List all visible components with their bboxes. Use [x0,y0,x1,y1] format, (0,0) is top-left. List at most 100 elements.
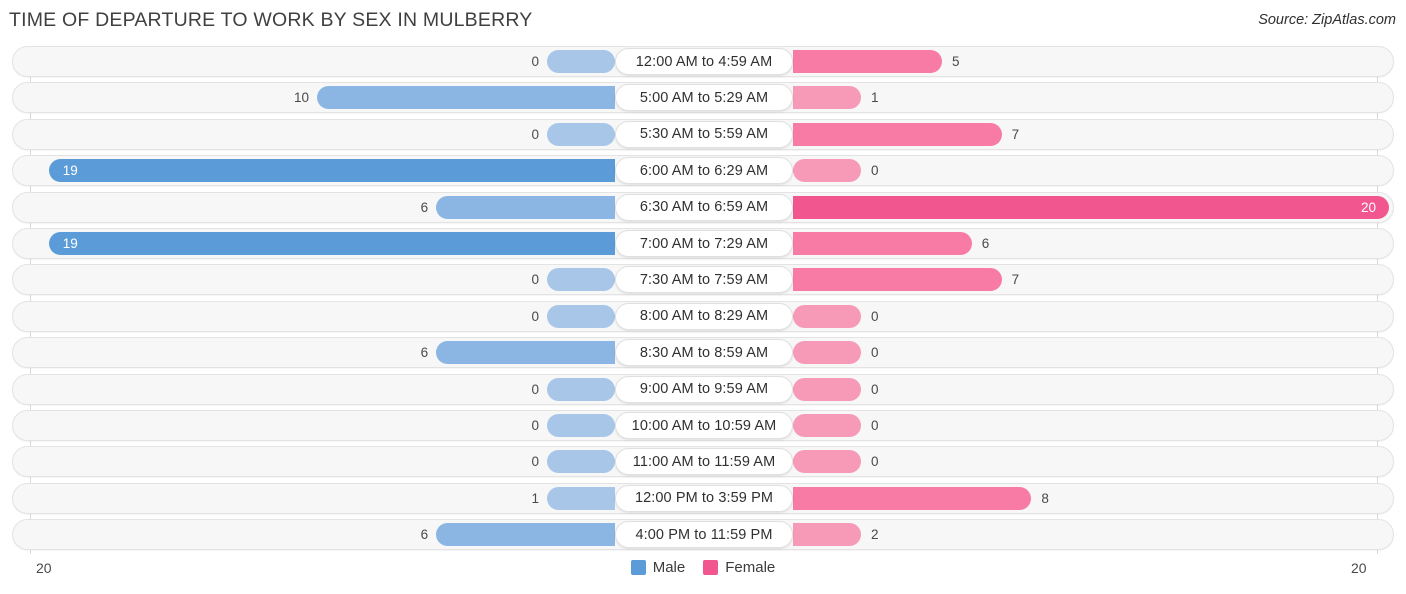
chart-row: 0 0 10:00 AM to 10:59 AM [0,410,1406,446]
category-label-text: 11:00 AM to 11:59 AM [632,453,776,470]
category-label-pill: 12:00 AM to 4:59 AM [615,48,793,75]
chart-row: 0 0 9:00 AM to 9:59 AM [0,373,1406,410]
value-label-male: 0 [531,54,539,69]
category-label-text: 4:00 PM to 11:59 PM [635,526,773,543]
bar-male[interactable] [436,523,615,547]
bar-male[interactable] [547,304,615,328]
value-label-male: 0 [531,454,539,470]
value-label-male: 19 [62,236,78,251]
value-label-female: 0 [871,454,879,470]
bar-female[interactable] [793,50,942,73]
bar-female[interactable] [793,486,1032,510]
chart-row: 0 0 11:00 AM to 11:59 AM [0,446,1406,482]
bar-female[interactable] [793,341,861,365]
value-label-male: 1 [531,490,539,506]
value-label-female: 20 [1361,199,1377,215]
bar-female[interactable] [793,450,861,474]
chart-row: 1 8 12:00 PM to 3:59 PM [0,482,1406,519]
category-label-text: 7:30 AM to 7:59 AM [639,271,769,288]
bar-female[interactable] [793,377,861,401]
value-label-male: 0 [531,126,539,142]
bar-female[interactable] [793,304,861,328]
bar-female[interactable] [793,195,1389,219]
category-label-text: 9:00 AM to 9:59 AM [639,381,769,398]
value-label-female: 5 [952,54,960,69]
value-label-male: 0 [531,272,539,288]
category-label-text: 8:00 AM to 8:29 AM [639,308,769,325]
bar-male[interactable] [547,414,615,437]
chart-row: 6 2 4:00 PM to 11:59 PM [0,519,1406,555]
category-label-text: 6:00 AM to 6:29 AM [639,162,769,179]
bar-male[interactable] [436,341,615,365]
category-label-pill: 7:00 AM to 7:29 AM [615,230,793,257]
category-label-text: 12:00 PM to 3:59 PM [634,490,774,507]
category-label-pill: 12:00 PM to 3:59 PM [615,484,793,512]
bar-male[interactable] [547,450,615,474]
chart-row: 10 1 5:00 AM to 5:29 AM [0,82,1406,118]
category-label-text: 12:00 AM to 4:59 AM [635,53,773,70]
bar-female[interactable] [793,122,1002,146]
bar-female[interactable] [793,159,861,183]
bar-male[interactable] [547,486,615,510]
chart-row: 0 7 7:30 AM to 7:59 AM [0,264,1406,300]
bar-male[interactable] [547,122,615,146]
chart-header: TIME OF DEPARTURE TO WORK BY SEX IN MULB… [0,0,1406,44]
value-label-female: 0 [871,418,879,433]
chart-row: 19 6 7:00 AM to 7:29 AM [0,228,1406,264]
bar-female[interactable] [793,232,972,255]
legend-item-female[interactable]: Female [703,559,775,576]
category-label-pill: 5:30 AM to 5:59 AM [615,120,793,148]
value-label-male: 0 [531,381,539,397]
legend-item-male[interactable]: Male [630,559,686,576]
chart-row: 0 0 8:00 AM to 8:29 AM [0,300,1406,337]
bar-female[interactable] [793,268,1002,292]
bar-male[interactable] [317,86,615,110]
value-label-female: 1 [871,90,879,106]
category-label-text: 8:30 AM to 8:59 AM [639,344,769,361]
value-label-female: 8 [1041,490,1049,506]
bar-male[interactable] [48,159,615,183]
category-label-pill: 11:00 AM to 11:59 AM [615,448,793,476]
category-label-text: 5:30 AM to 5:59 AM [639,126,769,143]
value-label-female: 2 [871,527,879,543]
category-label-pill: 6:00 AM to 6:29 AM [615,157,793,185]
chart-row: 19 0 6:00 AM to 6:29 AM [0,155,1406,191]
value-label-male: 6 [420,527,429,543]
chart-row: 6 0 8:30 AM to 8:59 AM [0,337,1406,373]
chart-legend: Male Female [0,559,1406,576]
category-label-text: 7:00 AM to 7:29 AM [639,235,769,252]
legend-label-male: Male [652,559,686,576]
chart-row: 0 7 5:30 AM to 5:59 AM [0,118,1406,155]
value-label-female: 0 [871,381,879,397]
chart-footer: 20 20 Male Female [0,556,1406,594]
chart-plot-area: 0 5 12:00 AM to 4:59 AM 1 0 1 5:00 AM to 5:29 … [0,46,1406,554]
category-label-pill: 5:00 AM to 5:29 AM [615,84,793,112]
value-label-female: 0 [871,308,879,324]
category-label-text: 5:00 AM to 5:29 AM [639,89,769,106]
bar-female[interactable] [793,523,861,547]
value-label-female: 7 [1011,126,1020,142]
bar-male[interactable] [436,195,615,219]
bar-male[interactable] [48,232,615,255]
category-label-pill: 7:30 AM to 7:59 AM [615,266,793,294]
chart-row: 0 5 12:00 AM to 4:59 AM [0,46,1406,82]
value-label-male: 0 [531,418,539,433]
category-label-pill: 10:00 AM to 10:59 AM [615,412,793,439]
value-label-female: 0 [871,345,879,361]
category-label-pill: 6:30 AM to 6:59 AM [615,193,793,221]
bar-male[interactable] [547,50,615,73]
value-label-male: 19 [62,163,78,179]
bar-female[interactable] [793,414,861,437]
chart-row: 6 20 6:30 AM to 6:59 AM [0,191,1406,228]
category-label-pill: 8:00 AM to 8:29 AM [615,302,793,330]
category-label-pill: 9:00 AM to 9:59 AM [615,375,793,403]
bar-male[interactable] [547,377,615,401]
category-label-text: 6:30 AM to 6:59 AM [639,199,769,216]
bar-male[interactable] [547,268,615,292]
legend-swatch-male-icon [630,560,646,575]
bar-female[interactable] [793,86,861,110]
value-label-female: 0 [871,163,879,179]
value-label-male: 6 [420,345,429,361]
source-attribution: Source: ZipAtlas.com [1258,12,1396,28]
value-label-male: 6 [420,199,429,215]
